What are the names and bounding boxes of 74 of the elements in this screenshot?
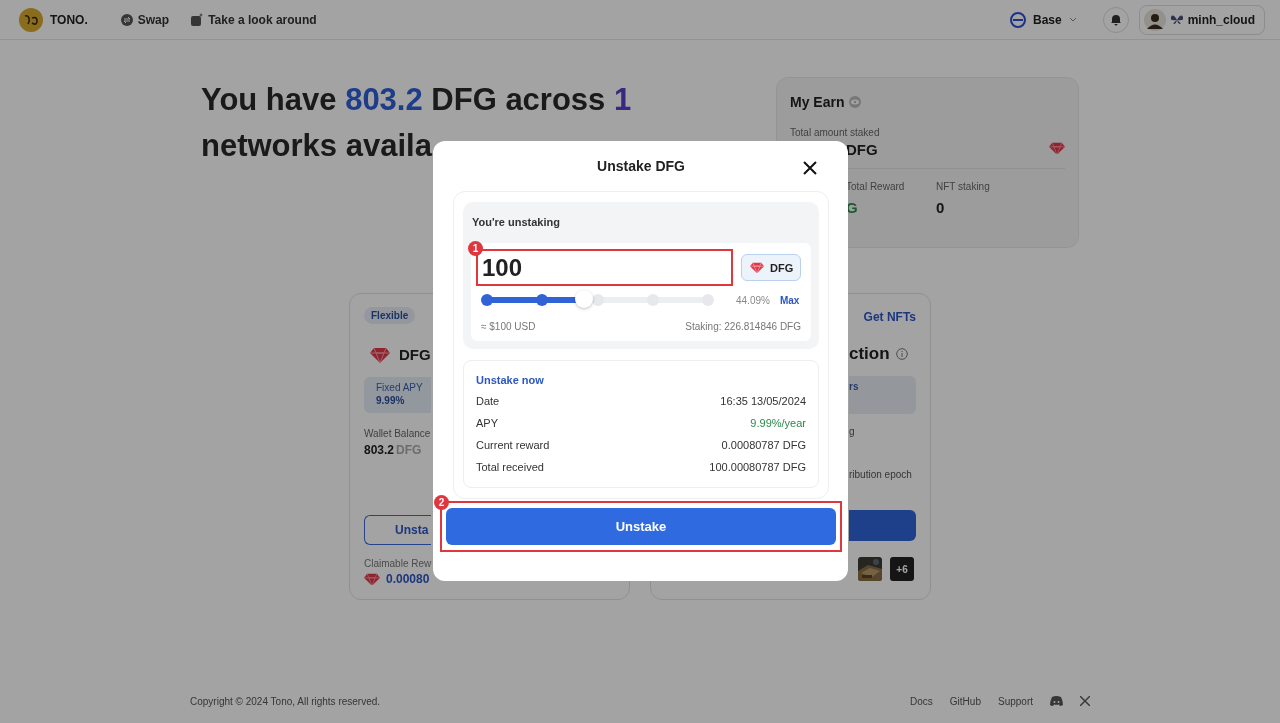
footer-link[interactable]: Docs [910, 695, 933, 707]
card-title: ction [849, 344, 890, 364]
wallet-label: Wallet Balance [364, 428, 431, 439]
info-icon[interactable] [895, 348, 908, 360]
card-text: ribution epoch [849, 469, 913, 480]
detail-label: Total received [476, 460, 544, 475]
slider-step[interactable] [702, 294, 714, 306]
logo-icon [19, 7, 43, 32]
claimable-label: Claimable Rew [364, 558, 432, 569]
stat-label: Total Reward [846, 181, 906, 192]
more-count[interactable]: +6 [890, 557, 914, 581]
usd-value: ≈ $100 USD [481, 321, 536, 332]
brand-name: TONO. [50, 12, 88, 27]
avatar-icon [1143, 8, 1166, 31]
stat-value: 0 [936, 199, 946, 216]
percent-text: 44.09% [736, 294, 770, 306]
detail-label: Current reward [476, 438, 550, 453]
get-nfts-link[interactable]: Get NFTs [863, 310, 916, 324]
copyright-text: Copyright © 2024 Tono, All rights reserved. [190, 695, 381, 707]
step-marker: 2 [434, 495, 449, 510]
detail-label: APY [476, 416, 498, 431]
detail-value: 9.99%/year [750, 416, 806, 431]
gem-icon [750, 261, 764, 274]
footer-link[interactable]: GitHub [949, 695, 981, 707]
stat-label: Total amount staked [790, 127, 881, 138]
gem-icon [364, 572, 380, 586]
detail-value: 0.00080787 DFG [721, 438, 806, 453]
balance-heading: You have 803.2 DFG across 1 [201, 81, 632, 119]
nav-link[interactable]: Take a look around [208, 12, 317, 27]
token-button[interactable]: DFG [741, 254, 802, 281]
detail-value: 100.00080787 DFG [709, 460, 806, 475]
account-button[interactable]: minh_cloud [1138, 4, 1265, 35]
gem-icon [370, 346, 390, 363]
x-icon[interactable] [1080, 696, 1090, 706]
card-text: g [849, 426, 856, 437]
slider-step[interactable] [481, 294, 493, 306]
stat-value: DFG [846, 141, 878, 158]
swap-icon [120, 13, 133, 26]
detail-value: 16:35 13/05/2024 [720, 394, 806, 409]
gem-icon [1049, 141, 1065, 155]
slider-step[interactable] [591, 294, 604, 306]
network-icon [1009, 11, 1026, 28]
butterfly-icon [1170, 14, 1183, 25]
flexible-tag: Flexible [364, 307, 416, 324]
balance-heading: networks availa [201, 128, 432, 164]
notification-button[interactable] [1102, 6, 1129, 33]
unstake-submit-button[interactable]: Unstake [446, 508, 836, 545]
slider-step[interactable] [646, 294, 659, 306]
network-selector[interactable]: Base [1032, 12, 1062, 27]
slider-thumb[interactable] [575, 290, 594, 308]
discord-icon[interactable] [1050, 696, 1063, 706]
slider-step[interactable] [536, 294, 549, 306]
close-icon[interactable] [803, 161, 817, 175]
card-title: My Earn [790, 94, 845, 110]
staking-balance: Staking: 226.814846 DFG [685, 321, 801, 332]
dialog-title: Unstake DFG [597, 158, 685, 174]
sparkle-box-icon [191, 13, 204, 26]
detail-label: Date [476, 394, 500, 409]
info-text: rs [849, 381, 859, 392]
claimable-value: 0.00080 [386, 572, 430, 586]
step-marker: 1 [468, 241, 483, 256]
details-title: Unstake now [476, 374, 545, 386]
wallet-amount: 803.2 [364, 443, 395, 457]
apy-value: 9.99% [376, 395, 406, 406]
section-label: You're unstaking [472, 216, 561, 228]
max-link[interactable]: Max [779, 294, 800, 306]
apy-label: Fixed APY [376, 382, 424, 393]
nav-link[interactable]: Swap [137, 12, 170, 27]
chevron-down-icon [1068, 17, 1077, 22]
stat-label: NFT staking [936, 181, 991, 192]
bell-icon [1109, 13, 1122, 26]
token-name: DFG [399, 346, 431, 363]
unstake-outline-button[interactable]: Unsta [364, 515, 431, 545]
footer-link[interactable]: Support [997, 695, 1033, 707]
